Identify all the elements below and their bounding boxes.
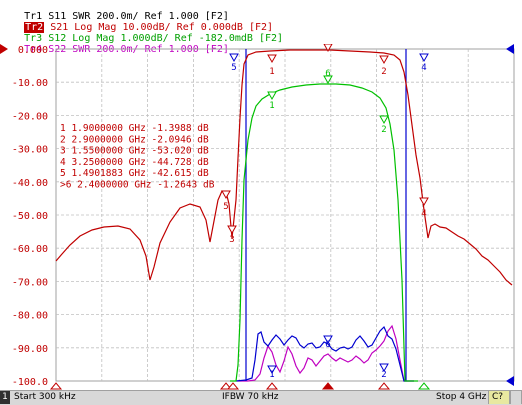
- svg-text:6: 6: [325, 69, 330, 79]
- svg-text:2: 2: [381, 125, 386, 135]
- marker-flag-1[interactable]: 1: [267, 91, 277, 111]
- trace-1-line[interactable]: Tr1 S11 SWR 200.0m/ Ref 1.000 [F2]: [0, 0, 229, 22]
- y-tick-label: -40.00: [12, 178, 48, 189]
- svg-text:6: 6: [325, 44, 330, 47]
- svg-text:2: 2: [381, 370, 386, 380]
- trace-3-line[interactable]: Tr3 S12 Log Mag 1.000dB/ Ref -182.0mdB […: [0, 22, 283, 44]
- marker-flag-2[interactable]: 2: [379, 363, 389, 380]
- marker-row-5: 5 1.4901883 GHz -42.615 dB: [60, 168, 209, 179]
- svg-text:4: 4: [421, 209, 426, 219]
- status-extra: [510, 391, 522, 404]
- marker-flag-5[interactable]: 5: [229, 53, 239, 73]
- if-bandwidth[interactable]: IFBW 70 kHz: [222, 391, 278, 404]
- marker-flag-2[interactable]: 2: [379, 115, 389, 135]
- trace-4-line[interactable]: Tr4 S22 SWR 200.0m/ Ref 1.000 [F2]: [0, 33, 229, 55]
- y-tick-label: -10.00: [12, 78, 48, 89]
- y-tick-label: -30.00: [12, 145, 48, 156]
- y-tick-label: -100.0: [12, 377, 48, 388]
- marker-flags[interactable]: 1 2 3 4 5 6 1 2 6 5 4 6 1 2: [221, 44, 429, 380]
- status-bar: 1 Start 300 kHz IFBW 70 kHz Stop 4 GHz C…: [0, 390, 522, 405]
- y-tick-label: -60.00: [12, 244, 48, 255]
- y-tick-label: 0.000: [18, 45, 48, 56]
- bottom-marker-arrows: [49, 382, 431, 390]
- stimulus-marker-arrow: [417, 382, 431, 390]
- svg-text:4: 4: [421, 63, 426, 73]
- start-frequency[interactable]: Start 300 kHz: [14, 391, 76, 404]
- marker-flag-1[interactable]: 1: [267, 54, 277, 77]
- channel-number[interactable]: 1: [0, 391, 10, 404]
- stimulus-marker-arrow: [49, 382, 63, 390]
- marker-row-6: >6 2.4000000 GHz -1.2643 dB: [60, 180, 215, 191]
- reference-marker-left: [0, 44, 8, 54]
- svg-text:1: 1: [269, 370, 274, 380]
- y-tick-label: -70.00: [12, 277, 48, 288]
- y-tick-label: -20.00: [12, 111, 48, 122]
- s11-trace: [235, 325, 414, 382]
- stimulus-marker-arrow: [321, 382, 335, 390]
- grid: [55, 48, 515, 382]
- marker-flag-4[interactable]: 4: [419, 197, 429, 219]
- marker-row-3: 3 1.5500000 GHz -53.020 dB: [60, 146, 209, 157]
- svg-text:1: 1: [269, 101, 274, 111]
- calibration-status[interactable]: C?: [488, 391, 510, 404]
- svg-text:5: 5: [223, 202, 228, 212]
- plot-area[interactable]: 0.000 -10.00 -20.00 -30.00 -40.00 -50.00 -60.0…: [0, 44, 522, 390]
- y-axis-ticks: 0.000 -10.00 -20.00 -30.00 -40.00 -50.00 -60.0…: [12, 45, 48, 388]
- stop-frequency[interactable]: Stop 4 GHz: [436, 391, 486, 404]
- marker-readout-table: 1 1.9000000 GHz -1.3988 dB 2 2.9000000 G…: [60, 123, 215, 191]
- y-tick-label: -50.00: [12, 211, 48, 222]
- marker-row-2: 2 2.9000000 GHz -2.0946 dB: [60, 134, 209, 145]
- svg-text:5: 5: [231, 63, 236, 73]
- y-tick-label: -90.00: [12, 344, 48, 355]
- marker-row-1: 1 1.9000000 GHz -1.3988 dB: [60, 123, 209, 134]
- svg-text:1: 1: [269, 67, 274, 77]
- trace-2-line[interactable]: Tr2 S21 Log Mag 10.00dB/ Ref 0.000dB [F2…: [0, 11, 273, 33]
- marker-flag-2[interactable]: 2: [379, 55, 389, 77]
- svg-text:6: 6: [325, 340, 330, 350]
- marker-flag-4[interactable]: 4: [419, 53, 429, 73]
- svg-text:2: 2: [381, 67, 386, 77]
- marker-flag-3[interactable]: 3: [227, 225, 237, 245]
- trace-header: Tr1 S11 SWR 200.0m/ Ref 1.000 [F2] Tr2 S…: [0, 0, 522, 55]
- y-tick-label: -80.00: [12, 311, 48, 322]
- stimulus-marker-arrow: [226, 382, 240, 390]
- stimulus-marker-arrow: [377, 382, 391, 390]
- stimulus-marker-arrow: [265, 382, 279, 390]
- svg-text:3: 3: [229, 235, 234, 245]
- trace-3-port: [F2]: [258, 33, 284, 44]
- marker-row-4: 4 3.2500000 GHz -44.728 dB: [60, 157, 209, 168]
- marker-flag-1[interactable]: 1: [267, 365, 277, 380]
